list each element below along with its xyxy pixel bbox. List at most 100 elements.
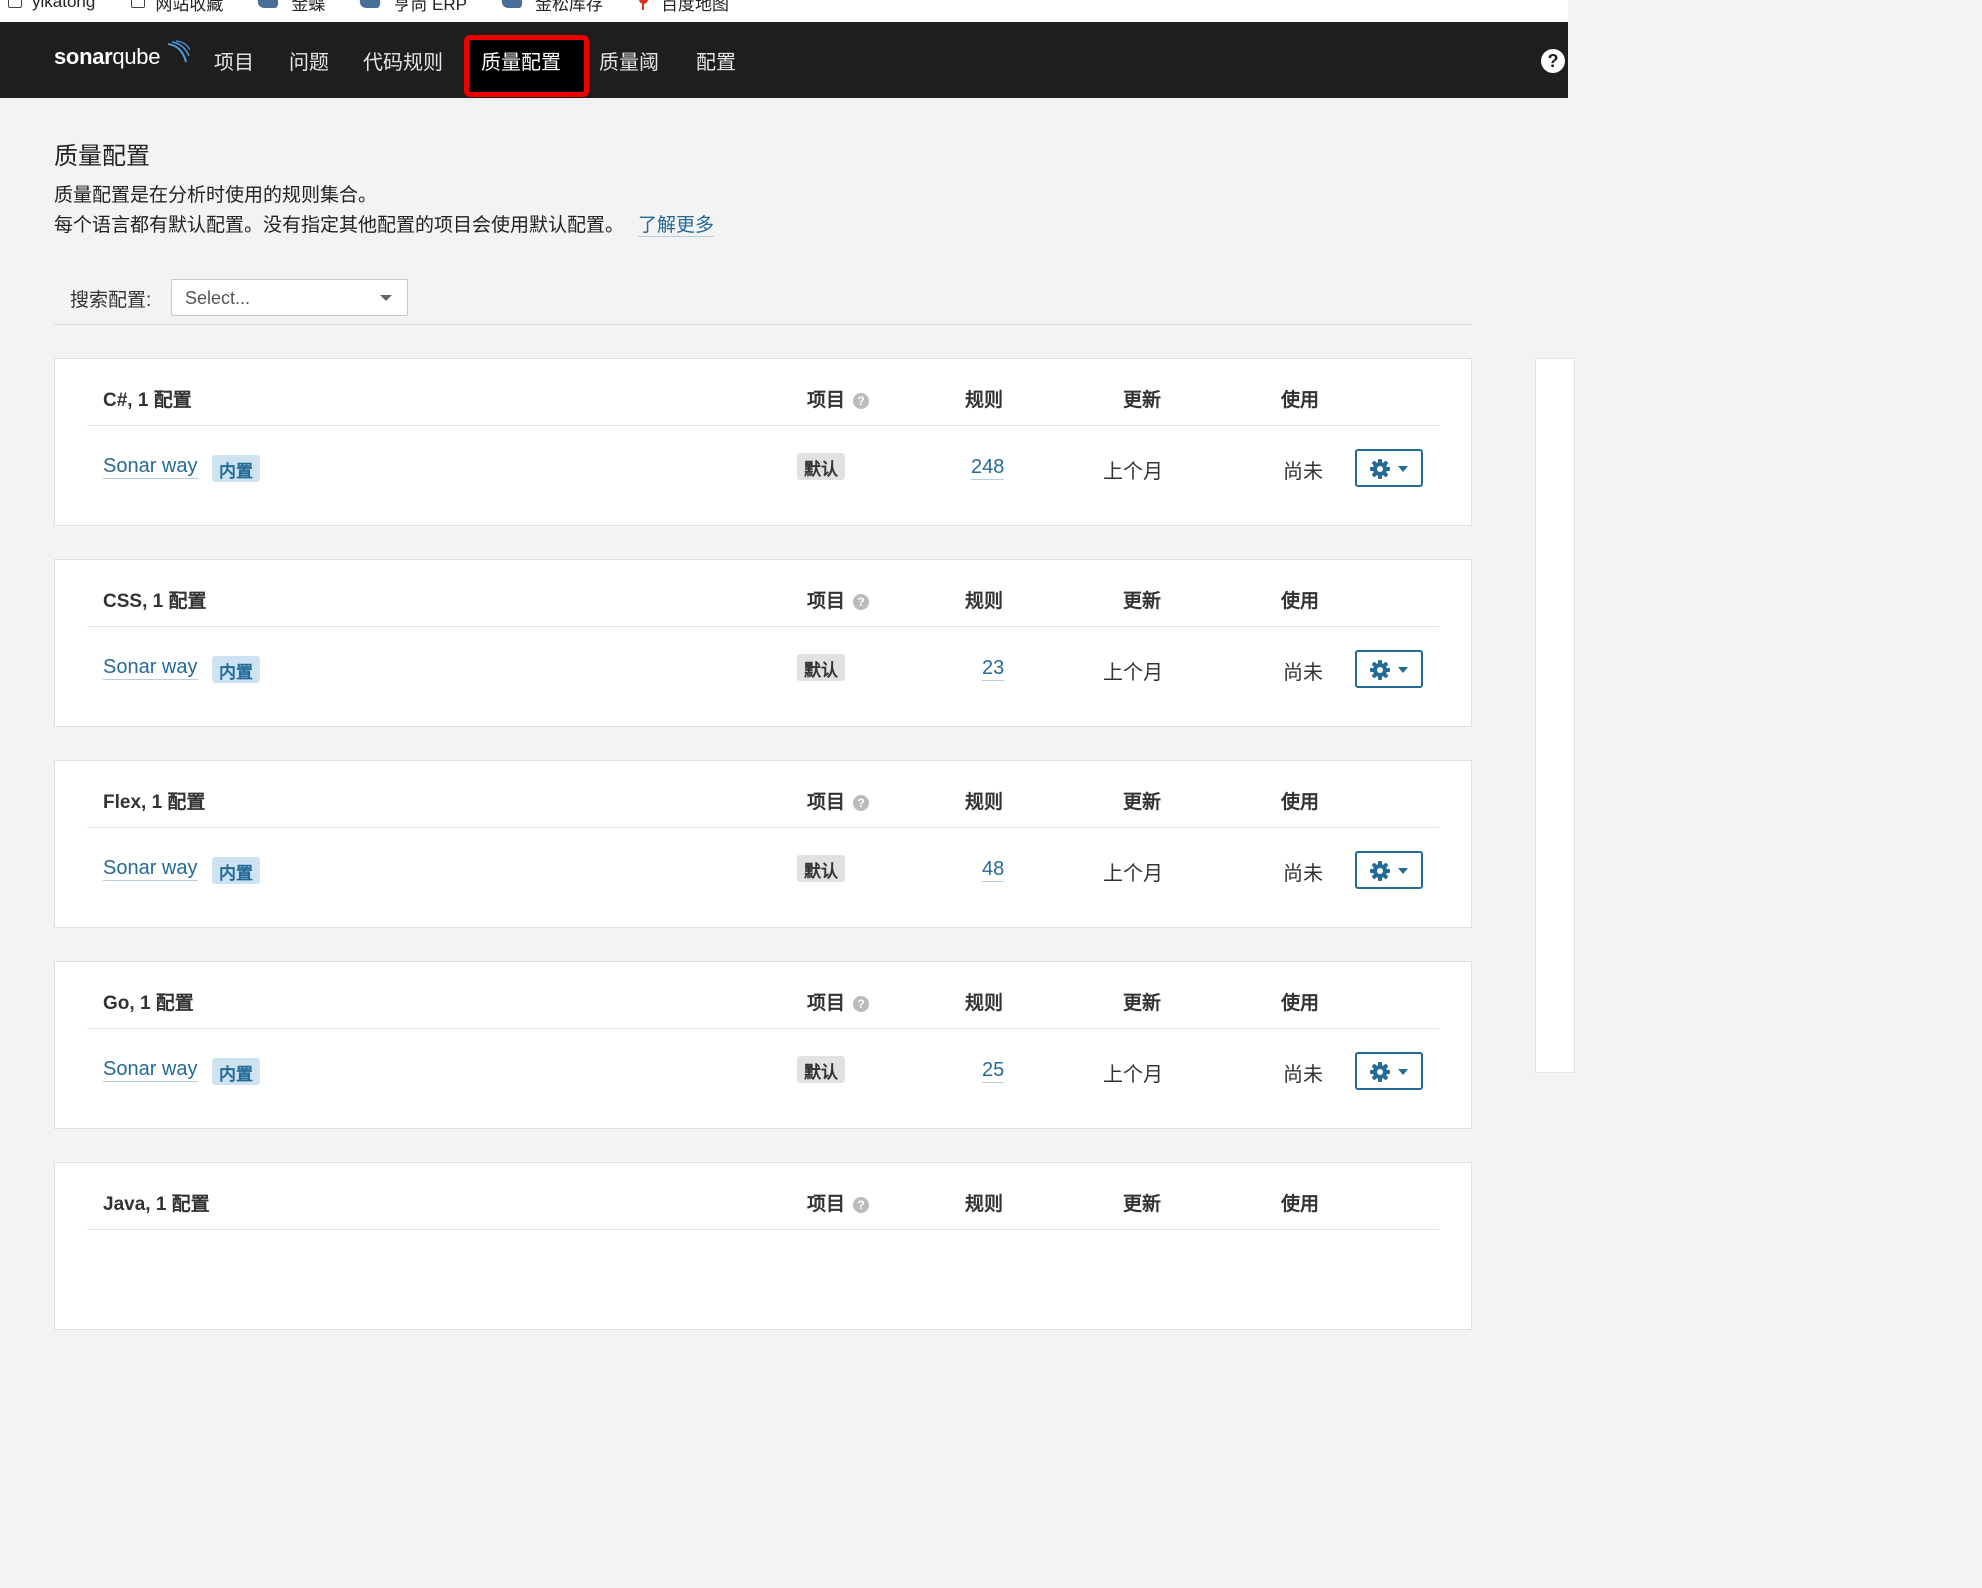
nav-quality-gates[interactable]: 质量阈 — [599, 46, 659, 75]
bookmark-label: 百度地图 — [661, 0, 730, 14]
default-badge: 默认 — [797, 654, 845, 681]
side-panel — [1535, 358, 1575, 1073]
map-pin-icon — [637, 0, 649, 10]
column-rules: 规则 — [965, 390, 1004, 411]
caret-down-icon — [1398, 868, 1408, 874]
builtin-badge: 内置 — [212, 656, 260, 683]
column-updated: 更新 — [1123, 792, 1162, 813]
search-profiles-select[interactable]: Select... — [171, 279, 408, 316]
gear-icon — [1370, 660, 1390, 680]
header-divider — [87, 425, 1439, 426]
search-profiles-label: 搜索配置: — [70, 290, 152, 311]
gear-icon — [1370, 1062, 1390, 1082]
updated-value: 上个月 — [1103, 461, 1163, 483]
logo-text-sonar: sonar — [54, 44, 113, 69]
column-used: 使用 — [1281, 792, 1320, 813]
updated-value: 上个月 — [1103, 863, 1163, 885]
nav-rules[interactable]: 代码规则 — [363, 46, 443, 75]
bookmark-erp[interactable]: 亨尚 ERP — [357, 0, 468, 14]
used-value: 尚未 — [1283, 1064, 1323, 1086]
learn-more-link[interactable]: 了解更多 — [638, 215, 715, 237]
nav-quality-profiles[interactable]: 质量配置 — [481, 46, 561, 75]
column-updated: 更新 — [1123, 390, 1162, 411]
default-badge: 默认 — [797, 453, 845, 480]
header-divider — [87, 1028, 1439, 1029]
rules-count-link[interactable]: 25 — [982, 1059, 1005, 1083]
profile-actions-button[interactable] — [1355, 1052, 1423, 1090]
logo-text-qube: qube — [112, 44, 161, 69]
column-rules: 规则 — [965, 792, 1004, 813]
column-projects-label: 项目 — [807, 792, 846, 813]
page-title: 质量配置 — [54, 143, 150, 170]
default-profile-text: 每个语言都有默认配置。没有指定其他配置的项目会使用默认配置。 — [54, 215, 625, 236]
gear-icon — [1370, 861, 1390, 881]
nav-administration[interactable]: 配置 — [696, 46, 736, 75]
language-heading: Go, 1 配置 — [103, 993, 194, 1014]
updated-value: 上个月 — [1103, 662, 1163, 684]
help-icon[interactable]: ? — [853, 594, 870, 610]
help-icon[interactable]: ? — [853, 996, 870, 1012]
caret-down-icon — [1398, 667, 1408, 673]
profile-card: Go, 1 配置 项目? 规则 更新 使用 Sonar way 内置 默认 25… — [54, 961, 1472, 1129]
profile-actions-button[interactable] — [1355, 851, 1423, 889]
page-description: 质量配置是在分析时使用的规则集合。 — [54, 185, 378, 206]
sonarqube-logo[interactable]: sonarqube — [54, 40, 190, 74]
column-rules: 规则 — [965, 993, 1004, 1014]
column-used: 使用 — [1281, 591, 1320, 612]
rules-count-link[interactable]: 248 — [971, 456, 1005, 480]
column-projects: 项目? — [807, 988, 870, 1015]
default-badge: 默认 — [797, 1056, 845, 1083]
bird-icon — [255, 0, 282, 8]
profile-card: CSS, 1 配置 项目? 规则 更新 使用 Sonar way 内置 默认 2… — [54, 559, 1472, 727]
default-badge: 默认 — [797, 855, 845, 882]
column-rules: 规则 — [965, 591, 1004, 612]
updated-value: 上个月 — [1103, 1064, 1163, 1086]
column-updated: 更新 — [1123, 993, 1162, 1014]
bookmark-baidu-map[interactable]: 百度地图 — [637, 0, 730, 14]
profile-actions-button[interactable] — [1355, 449, 1423, 487]
profile-name-link[interactable]: Sonar way — [103, 455, 198, 479]
language-heading: C#, 1 配置 — [103, 390, 192, 411]
column-used: 使用 — [1281, 1194, 1320, 1215]
column-used: 使用 — [1281, 390, 1320, 411]
language-heading: Flex, 1 配置 — [103, 792, 206, 813]
nav-projects[interactable]: 项目 — [214, 46, 254, 75]
nav-issues[interactable]: 问题 — [289, 46, 329, 75]
help-icon[interactable]: ? — [853, 393, 870, 409]
profile-name-link[interactable]: Sonar way — [103, 857, 198, 881]
profile-name-link[interactable]: Sonar way — [103, 1058, 198, 1082]
header-divider — [87, 626, 1439, 627]
used-value: 尚未 — [1283, 863, 1323, 885]
bookmark-label: 亨尚 ERP — [393, 0, 468, 14]
logo-waves-icon — [167, 40, 190, 63]
profile-card: C#, 1 配置 项目? 规则 更新 使用 Sonar way 内置 默认 24… — [54, 358, 1472, 526]
bird-icon — [357, 0, 384, 8]
builtin-badge: 内置 — [212, 1058, 260, 1085]
column-used: 使用 — [1281, 993, 1320, 1014]
column-updated: 更新 — [1123, 1194, 1162, 1215]
help-icon[interactable]: ? — [853, 795, 870, 811]
used-value: 尚未 — [1283, 461, 1323, 483]
bookmark-website-favorites[interactable]: 网站收藏 — [131, 0, 223, 14]
folder-icon — [131, 0, 146, 8]
help-icon[interactable]: ? — [853, 1197, 870, 1213]
bookmark-inventory[interactable]: 金松库存 — [498, 0, 604, 14]
column-updated: 更新 — [1123, 591, 1162, 612]
header-divider — [87, 827, 1439, 828]
bookmark-label: yikatong — [32, 0, 96, 11]
bookmark-label: 金松库存 — [535, 0, 604, 14]
language-heading: CSS, 1 配置 — [103, 591, 207, 612]
column-rules: 规则 — [965, 1194, 1004, 1215]
bird-icon — [498, 0, 526, 8]
rules-count-link[interactable]: 48 — [982, 858, 1005, 882]
builtin-badge: 内置 — [212, 857, 260, 884]
bookmark-yikatong[interactable]: yikatong — [8, 0, 95, 12]
profile-actions-button[interactable] — [1355, 650, 1423, 688]
profile-card: Flex, 1 配置 项目? 规则 更新 使用 Sonar way 内置 默认 … — [54, 760, 1472, 928]
used-value: 尚未 — [1283, 662, 1323, 684]
help-icon[interactable]: ? — [1541, 49, 1565, 73]
rules-count-link[interactable]: 23 — [982, 657, 1005, 681]
bookmark-kingdee[interactable]: 金蝶 — [255, 0, 325, 14]
profile-name-link[interactable]: Sonar way — [103, 656, 198, 680]
column-projects: 项目? — [807, 385, 870, 412]
